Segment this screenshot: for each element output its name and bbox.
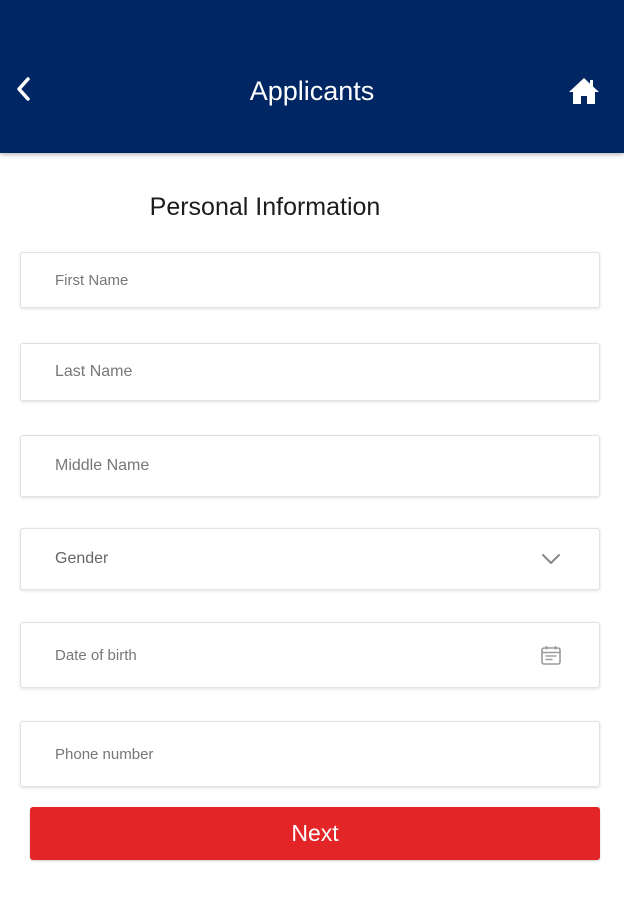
date-of-birth-input[interactable] bbox=[21, 623, 599, 687]
gender-select[interactable]: Gender bbox=[20, 528, 600, 590]
date-of-birth-field-container bbox=[20, 622, 600, 688]
app-header: Applicants bbox=[0, 0, 624, 153]
last-name-input[interactable] bbox=[21, 344, 599, 400]
phone-number-input[interactable] bbox=[21, 722, 599, 786]
first-name-input[interactable] bbox=[21, 253, 599, 307]
home-button[interactable] bbox=[566, 74, 602, 108]
chevron-down-icon bbox=[539, 547, 563, 571]
next-button[interactable]: Next bbox=[30, 807, 600, 860]
gender-select-label: Gender bbox=[55, 550, 109, 567]
calendar-icon[interactable] bbox=[539, 643, 563, 667]
last-name-field-container bbox=[20, 343, 600, 401]
first-name-field-container bbox=[20, 252, 600, 308]
home-icon bbox=[569, 78, 599, 104]
middle-name-field-container bbox=[20, 435, 600, 497]
middle-name-input[interactable] bbox=[21, 436, 599, 496]
phone-number-field-container bbox=[20, 721, 600, 787]
page-title: Applicants bbox=[249, 76, 375, 106]
section-title: Personal Information bbox=[149, 193, 381, 221]
